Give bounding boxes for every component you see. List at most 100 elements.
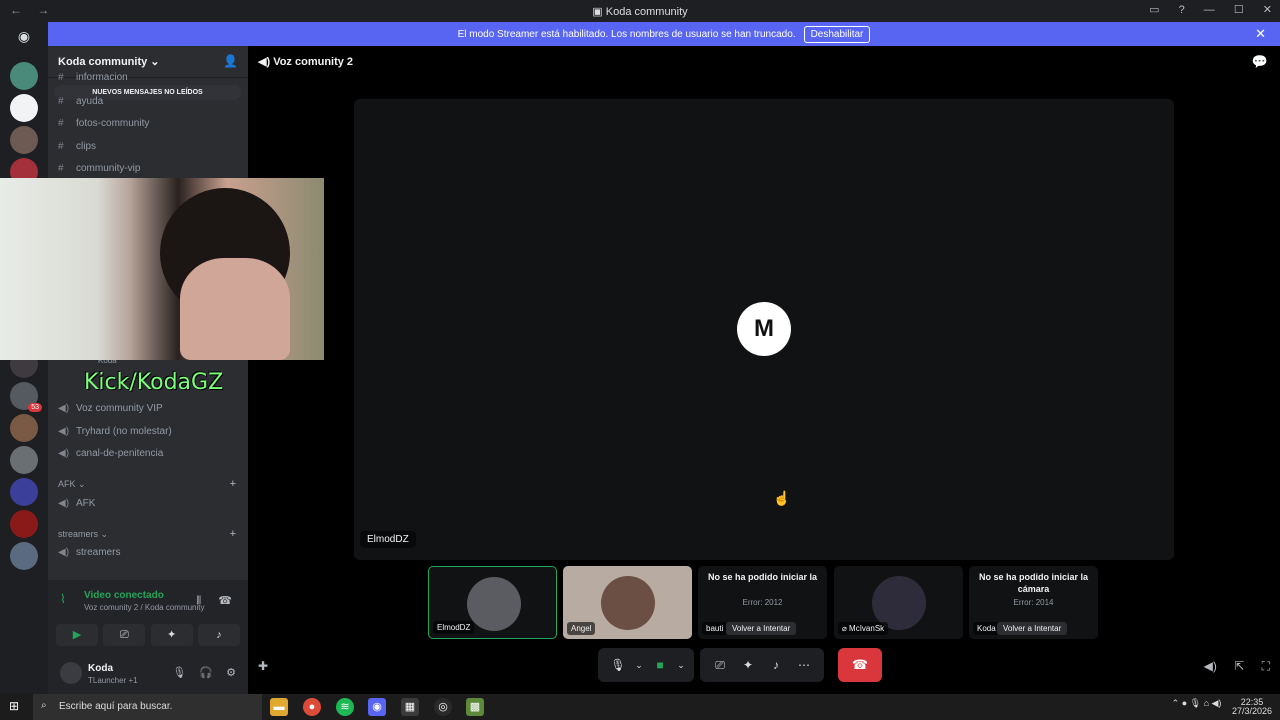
- popout-icon[interactable]: ⇱: [1234, 659, 1244, 673]
- participant-tile[interactable]: No se ha podido iniciar la Error: 2012 b…: [698, 566, 827, 639]
- headphones-icon[interactable]: 🎧: [199, 667, 213, 679]
- hand-cursor-icon: ☝: [773, 490, 791, 506]
- channel-item-clips[interactable]: # clips: [58, 141, 96, 152]
- stage-label: ElmodDZ: [360, 531, 416, 548]
- maximize-icon[interactable]: ☐: [1234, 4, 1244, 16]
- more-icon[interactable]: ⋯: [790, 658, 818, 672]
- discord-icon[interactable]: ◉: [368, 698, 386, 716]
- file-explorer-icon[interactable]: ▬: [270, 698, 288, 716]
- minecraft-icon[interactable]: ▩: [466, 698, 484, 716]
- channel-item-fotos[interactable]: # fotos-community: [58, 118, 149, 129]
- tray-icons[interactable]: ⌃ ● 🎙 ⌂ ◀): [1172, 698, 1222, 708]
- disable-streamer-button[interactable]: Deshabilitar: [803, 25, 871, 43]
- chat-icon[interactable]: 💬: [1252, 54, 1268, 70]
- voice-panel-icons: ⦀ ☎: [182, 594, 232, 608]
- activity-icon[interactable]: ✦: [734, 658, 762, 672]
- obs-icon[interactable]: ◎: [434, 698, 452, 716]
- mic-icon[interactable]: 🎙: [172, 667, 186, 679]
- channel-item-penitencia[interactable]: ◀) canal-de-penitencia: [58, 448, 163, 459]
- channel-item-streamers[interactable]: ◀) streamers: [58, 547, 120, 558]
- participant-label: bauti: [702, 622, 728, 635]
- close-icon[interactable]: ✕: [1263, 4, 1272, 16]
- disconnect-icon[interactable]: ☎: [218, 595, 232, 607]
- server-icon[interactable]: [10, 478, 38, 506]
- chevron-down-icon[interactable]: ⌄: [632, 660, 646, 671]
- fullscreen-icon[interactable]: ⛶: [1262, 659, 1270, 673]
- clock-date: 27/3/2026: [1231, 706, 1272, 716]
- server-icon-active[interactable]: [10, 94, 38, 122]
- channel-item-voz-vip[interactable]: ◀) Voz community VIP: [58, 403, 163, 414]
- server-icon[interactable]: [10, 62, 38, 90]
- invite-icon[interactable]: 👤: [223, 54, 238, 68]
- view-controls: ◀) ⇱ ⛶: [1190, 659, 1270, 674]
- channel-label: ayuda: [76, 96, 104, 107]
- server-icon[interactable]: [10, 510, 38, 538]
- voice-status[interactable]: Video conectado: [84, 590, 164, 601]
- mention-badge: 53: [28, 403, 42, 412]
- add-channel-icon[interactable]: +: [230, 528, 236, 540]
- activity-button[interactable]: ✦: [150, 624, 193, 646]
- windows-start-icon[interactable]: ⊞: [9, 699, 23, 713]
- participant-tile[interactable]: Angel: [563, 566, 692, 639]
- hash-icon: #: [58, 96, 64, 107]
- channel-item-tryhard[interactable]: ◀) Tryhard (no molestar): [58, 426, 172, 437]
- clock[interactable]: 22:35 27/3/2026: [1232, 698, 1272, 716]
- participant-label: ⌀ McIvanSk: [838, 622, 889, 635]
- hangup-button[interactable]: ☎: [838, 648, 882, 682]
- chevron-down-icon[interactable]: ⌄: [674, 660, 688, 671]
- channel-item-vip[interactable]: # community-vip: [58, 163, 140, 174]
- category-streamers[interactable]: streamers ⌄: [58, 529, 108, 540]
- server-icon[interactable]: [10, 126, 38, 154]
- focused-stream[interactable]: M ElmodDZ: [354, 99, 1174, 560]
- store-icon[interactable]: ▦: [401, 698, 419, 716]
- inbox-icon[interactable]: ▭: [1149, 4, 1159, 16]
- participant-tile[interactable]: ⌀ McIvanSk: [834, 566, 963, 639]
- discord-home-icon[interactable]: ◉: [12, 28, 36, 46]
- signal-icon[interactable]: ⌇: [60, 592, 74, 606]
- channel-item-afk[interactable]: ◀) AFK: [58, 498, 95, 509]
- retry-button[interactable]: Volver a Intentar: [726, 622, 797, 635]
- mic-icon[interactable]: 🎙: [604, 658, 632, 672]
- noise-suppression-icon[interactable]: ⦀: [196, 595, 201, 607]
- user-status: TLauncher +1: [88, 676, 138, 685]
- channel-label: clips: [76, 141, 97, 152]
- muted-icon: ⌀: [842, 624, 850, 633]
- user-name[interactable]: Koda: [88, 663, 113, 674]
- camera-button[interactable]: ▶: [56, 624, 98, 646]
- screen-share-icon[interactable]: ⎚: [706, 658, 734, 673]
- category-afk[interactable]: AFK ⌄: [58, 479, 86, 490]
- camera-icon[interactable]: ■: [646, 658, 674, 672]
- server-name: Koda community: [58, 56, 148, 68]
- media-controls: 🎙 ⌄ ■ ⌄: [598, 648, 694, 682]
- window-title-text: Koda community: [605, 6, 688, 18]
- server-icon[interactable]: 53: [10, 382, 42, 412]
- taskbar-search[interactable]: ⌕ Escribe aquí para buscar.: [33, 694, 262, 720]
- participant-tile[interactable]: No se ha podido iniciar la cámara Error:…: [969, 566, 1098, 639]
- avatar: [601, 576, 655, 630]
- spotify-icon[interactable]: ≋: [336, 698, 354, 716]
- screen-share-button[interactable]: ⎚: [103, 624, 146, 646]
- speaker-icon: ◀): [58, 547, 70, 558]
- avatar[interactable]: [60, 662, 82, 684]
- server-icon[interactable]: [10, 414, 38, 442]
- channel-item-ayuda[interactable]: # ayuda: [58, 96, 103, 107]
- server-icon[interactable]: [10, 542, 38, 570]
- speaker-icon: ◀): [58, 403, 70, 414]
- minimize-icon[interactable]: —: [1204, 4, 1215, 16]
- gear-icon[interactable]: ⚙: [226, 667, 236, 679]
- channel-item-informacion[interactable]: # informacion: [58, 72, 128, 83]
- retry-button[interactable]: Volver a Intentar: [997, 622, 1068, 635]
- soundboard-button[interactable]: ♪: [197, 624, 240, 646]
- window-controls: ▭ ? — ☐ ✕: [1133, 3, 1272, 16]
- participant-tile[interactable]: ElmodDZ: [428, 566, 557, 639]
- volume-icon[interactable]: ◀): [1204, 659, 1217, 673]
- voice-panel-buttons: ▶ ⎚ ✦ ♪: [56, 624, 240, 648]
- add-channel-icon[interactable]: +: [230, 478, 236, 490]
- server-icon[interactable]: [10, 446, 38, 474]
- help-icon[interactable]: ?: [1179, 4, 1185, 16]
- streamer-mode-banner: El modo Streamer está habilitado. Los no…: [48, 22, 1280, 46]
- chrome-icon[interactable]: ●: [303, 698, 321, 716]
- soundboard-icon[interactable]: ♪: [762, 658, 790, 672]
- activity-launcher-icon[interactable]: ✚: [258, 659, 268, 673]
- close-icon[interactable]: ✕: [1255, 26, 1266, 42]
